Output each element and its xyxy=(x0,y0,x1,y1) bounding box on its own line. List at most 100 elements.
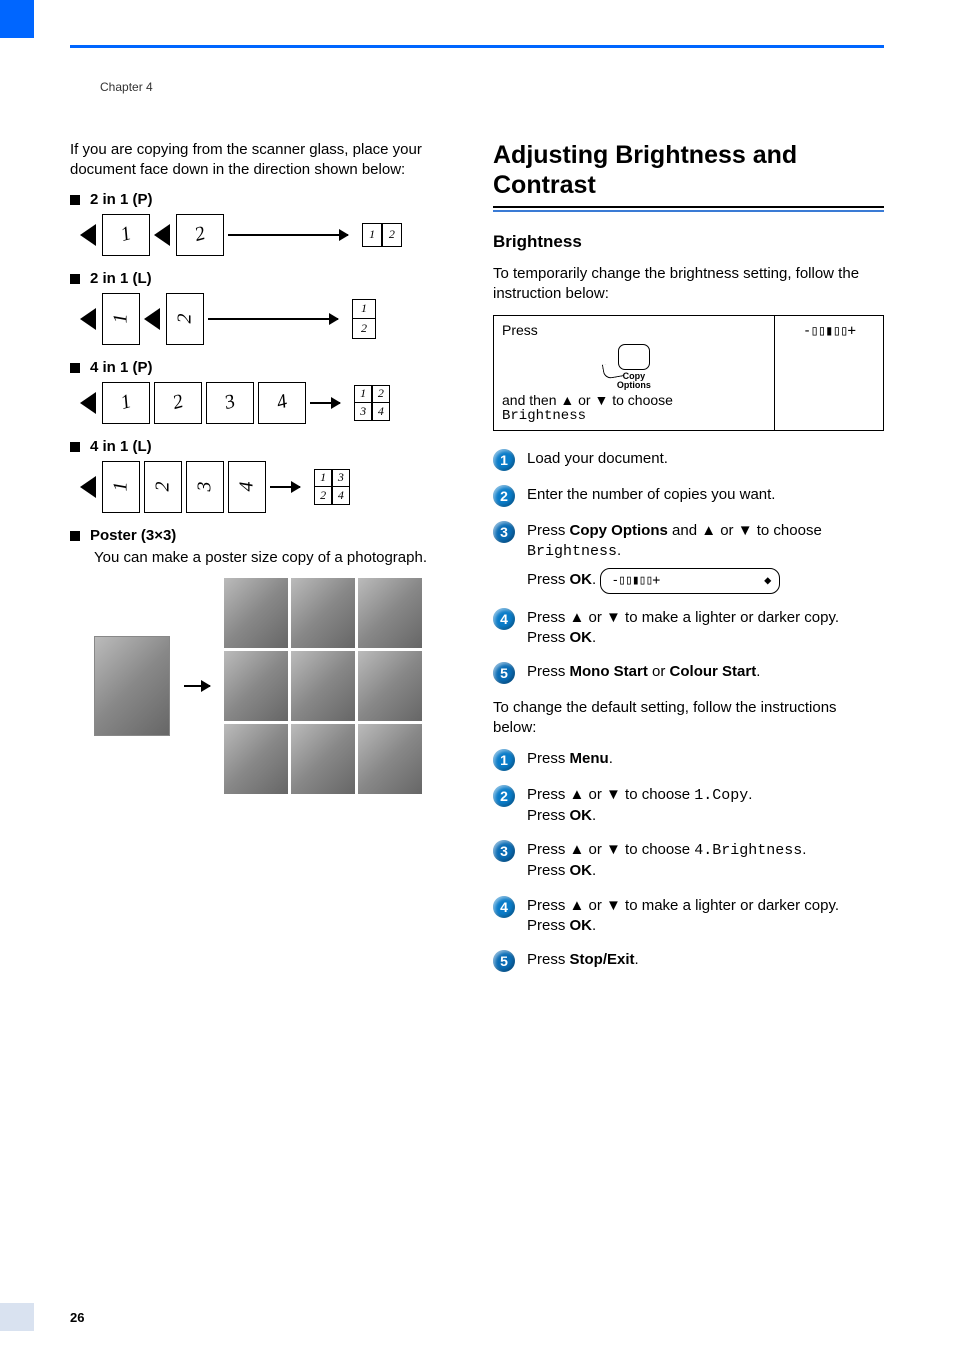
lcd-display: -▯▯▮▯▯+ ◆ xyxy=(600,568,780,594)
page-box: 2 xyxy=(166,293,204,345)
footer-accent xyxy=(0,1303,34,1331)
and-then-text: and then ▲ or ▼ to choose xyxy=(502,392,766,408)
layout-label: Poster (3×3) xyxy=(90,527,176,544)
triangle-icon xyxy=(80,476,96,498)
chapter-label: Chapter 4 xyxy=(100,80,153,94)
brightness-intro: To temporarily change the brightness set… xyxy=(493,264,884,305)
diagram-4in1p: 1 2 3 4 1234 xyxy=(80,382,461,424)
arrow-icon xyxy=(270,486,300,488)
layout-label: 2 in 1 (P) xyxy=(90,191,153,208)
layout-label: 4 in 1 (P) xyxy=(90,359,153,376)
step-text: Press ▲ or ▼ to make a lighter or darker… xyxy=(527,608,884,649)
page-box: 2 xyxy=(154,382,202,424)
triangle-icon xyxy=(80,224,96,246)
brightness-code: Brightness xyxy=(502,408,766,424)
page-box: 2 xyxy=(144,461,182,513)
poster-description: You can make a poster size copy of a pho… xyxy=(94,548,461,568)
step-1: 1 Load your document. xyxy=(493,449,884,471)
temporary-steps: 1 Load your document. 2 Enter the number… xyxy=(493,449,884,685)
triangle-icon xyxy=(80,392,96,414)
photo-thumbnail xyxy=(94,636,170,736)
page-box: 1 xyxy=(102,293,140,345)
bullet-icon xyxy=(70,363,80,373)
bullet-icon xyxy=(70,442,80,452)
arrow-icon xyxy=(310,402,340,404)
arrow-icon xyxy=(208,318,338,320)
layout-label: 4 in 1 (L) xyxy=(90,438,152,455)
arrow-icon xyxy=(228,234,348,236)
layout-4in1p: 4 in 1 (P) xyxy=(70,359,461,376)
triangle-icon xyxy=(154,224,170,246)
step-number-icon: 2 xyxy=(493,785,515,807)
step-number-icon: 4 xyxy=(493,896,515,918)
result-grid: 12 xyxy=(352,299,376,339)
layout-poster: Poster (3×3) xyxy=(70,527,461,544)
step-number-icon: 2 xyxy=(493,485,515,507)
press-label: Press xyxy=(502,322,766,338)
section-heading: Adjusting Brightness and Contrast xyxy=(493,140,884,200)
subsection-heading: Brightness xyxy=(493,232,884,252)
right-column: Adjusting Brightness and Contrast Bright… xyxy=(493,140,884,986)
step-5: 5 Press Mono Start or Colour Start. xyxy=(493,662,884,684)
step-number-icon: 4 xyxy=(493,608,515,630)
default-intro: To change the default setting, follow th… xyxy=(493,698,884,739)
page-box: 4 xyxy=(228,461,266,513)
step-number-icon: 1 xyxy=(493,449,515,471)
step-text: Press ▲ or ▼ to make a lighter or darker… xyxy=(527,896,884,937)
diagram-2in1p: 1 2 12 xyxy=(80,214,461,256)
scanner-intro: If you are copying from the scanner glas… xyxy=(70,140,461,181)
step-text: Press Stop/Exit. xyxy=(527,950,884,970)
triangle-icon xyxy=(144,308,160,330)
bullet-icon xyxy=(70,274,80,284)
step-number-icon: 3 xyxy=(493,521,515,543)
header-rule xyxy=(70,45,884,48)
layout-2in1p: 2 in 1 (P) xyxy=(70,191,461,208)
layout-2in1l: 2 in 1 (L) xyxy=(70,270,461,287)
step-number-icon: 1 xyxy=(493,749,515,771)
step-text: Press ▲ or ▼ to choose 4.Brightness. Pre… xyxy=(527,840,884,882)
step-text: Load your document. xyxy=(527,449,884,469)
step-b4: 4 Press ▲ or ▼ to make a lighter or dark… xyxy=(493,896,884,937)
page-box: 4 xyxy=(258,382,306,424)
diagram-2in1l: 1 2 12 xyxy=(80,293,461,345)
heading-rule xyxy=(493,206,884,208)
step-b2: 2 Press ▲ or ▼ to choose 1.Copy. Press O… xyxy=(493,785,884,827)
step-number-icon: 5 xyxy=(493,950,515,972)
step-3: 3 Press Copy Options and ▲ or ▼ to choos… xyxy=(493,521,884,594)
corner-accent xyxy=(0,0,34,38)
result-grid: 12 xyxy=(362,223,402,247)
result-grid: 1324 xyxy=(314,469,350,505)
step-b1: 1 Press Menu. xyxy=(493,749,884,771)
page-box: 1 xyxy=(102,214,150,256)
page-number: 26 xyxy=(70,1310,84,1325)
page-box: 1 xyxy=(102,382,150,424)
copy-options-icon: Copy Options xyxy=(502,338,766,392)
diagram-4in1l: 1 2 3 4 1324 xyxy=(80,461,461,513)
updown-icon: ◆ xyxy=(764,573,769,589)
step-text: Press ▲ or ▼ to choose 1.Copy. Press OK. xyxy=(527,785,884,827)
page-box: 3 xyxy=(186,461,224,513)
bullet-icon xyxy=(70,195,80,205)
layout-label: 2 in 1 (L) xyxy=(90,270,152,287)
poster-diagram xyxy=(94,578,461,794)
page-box: 1 xyxy=(102,461,140,513)
bullet-icon xyxy=(70,531,80,541)
left-column: If you are copying from the scanner glas… xyxy=(70,140,461,986)
step-2: 2 Enter the number of copies you want. xyxy=(493,485,884,507)
step-b3: 3 Press ▲ or ▼ to choose 4.Brightness. P… xyxy=(493,840,884,882)
step-text: Enter the number of copies you want. xyxy=(527,485,884,505)
layout-4in1l: 4 in 1 (L) xyxy=(70,438,461,455)
step-text: Press Copy Options and ▲ or ▼ to choose … xyxy=(527,521,884,594)
step-b5: 5 Press Stop/Exit. xyxy=(493,950,884,972)
default-steps: 1 Press Menu. 2 Press ▲ or ▼ to choose 1… xyxy=(493,749,884,973)
triangle-icon xyxy=(80,308,96,330)
step-4: 4 Press ▲ or ▼ to make a lighter or dark… xyxy=(493,608,884,649)
heading-rule-blue xyxy=(493,210,884,212)
page-box: 2 xyxy=(176,214,224,256)
step-text: Press Mono Start or Colour Start. xyxy=(527,662,884,682)
page-content: If you are copying from the scanner glas… xyxy=(70,140,884,986)
step-text: Press Menu. xyxy=(527,749,884,769)
photo-grid xyxy=(224,578,422,794)
result-grid: 1234 xyxy=(354,385,390,421)
brightness-bars: -▯▯▮▯▯+ xyxy=(803,323,855,339)
